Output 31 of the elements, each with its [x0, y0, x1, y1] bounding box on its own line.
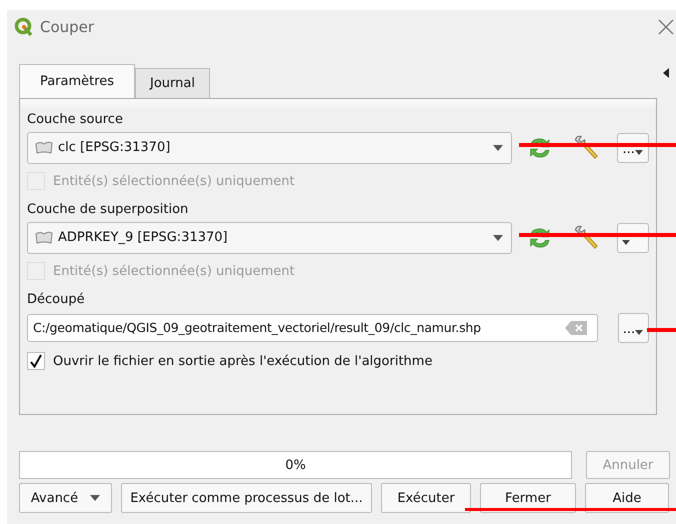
dialog-button[interactable]: Exécuter comme processus de lot...	[121, 483, 372, 513]
window-title: Couper	[40, 18, 96, 36]
file-path-field[interactable]: C:/geomatique/QGIS_09_geotraitement_vectoriel/result_09/clc_namur.shp	[27, 314, 598, 342]
field-label: Couche source	[27, 112, 124, 127]
dialog-button[interactable]: Exécuter	[381, 483, 471, 513]
caret-icon	[622, 240, 630, 244]
caret-icon	[493, 144, 504, 150]
caret-icon	[634, 150, 643, 154]
browse-button[interactable]: ...	[618, 312, 649, 342]
polygon-layer-icon	[34, 140, 54, 154]
collapse-arrow-icon[interactable]	[663, 68, 669, 78]
tab[interactable]: Journal	[135, 68, 210, 98]
checkmark-icon	[30, 354, 42, 368]
polygon-layer-icon	[34, 230, 54, 244]
app-logo-icon	[14, 17, 34, 37]
dialog-button[interactable]: Aide	[585, 483, 669, 513]
caret-icon	[635, 330, 644, 334]
menu-button[interactable]: Avancé	[19, 483, 112, 513]
progress-text: 0%	[285, 458, 306, 472]
checkbox-label[interactable]: Ouvrir le fichier en sortie après l'exécution de l'algorithme	[53, 354, 432, 368]
checkbox[interactable]	[27, 352, 45, 370]
field-label: Couche de superposition	[27, 202, 190, 217]
caret-icon	[493, 234, 504, 240]
layer-dropdown[interactable]: ADPRKEY_9 [EPSG:31370]	[27, 222, 512, 254]
dialog-button[interactable]: Fermer	[480, 483, 576, 513]
clear-icon[interactable]	[564, 320, 587, 334]
caret-icon	[90, 495, 100, 501]
field-label: Découpé	[27, 292, 86, 307]
close-icon[interactable]	[658, 19, 674, 35]
layer-dropdown[interactable]: clc [EPSG:31370]	[27, 132, 512, 164]
tab[interactable]: Paramètres	[19, 64, 135, 98]
